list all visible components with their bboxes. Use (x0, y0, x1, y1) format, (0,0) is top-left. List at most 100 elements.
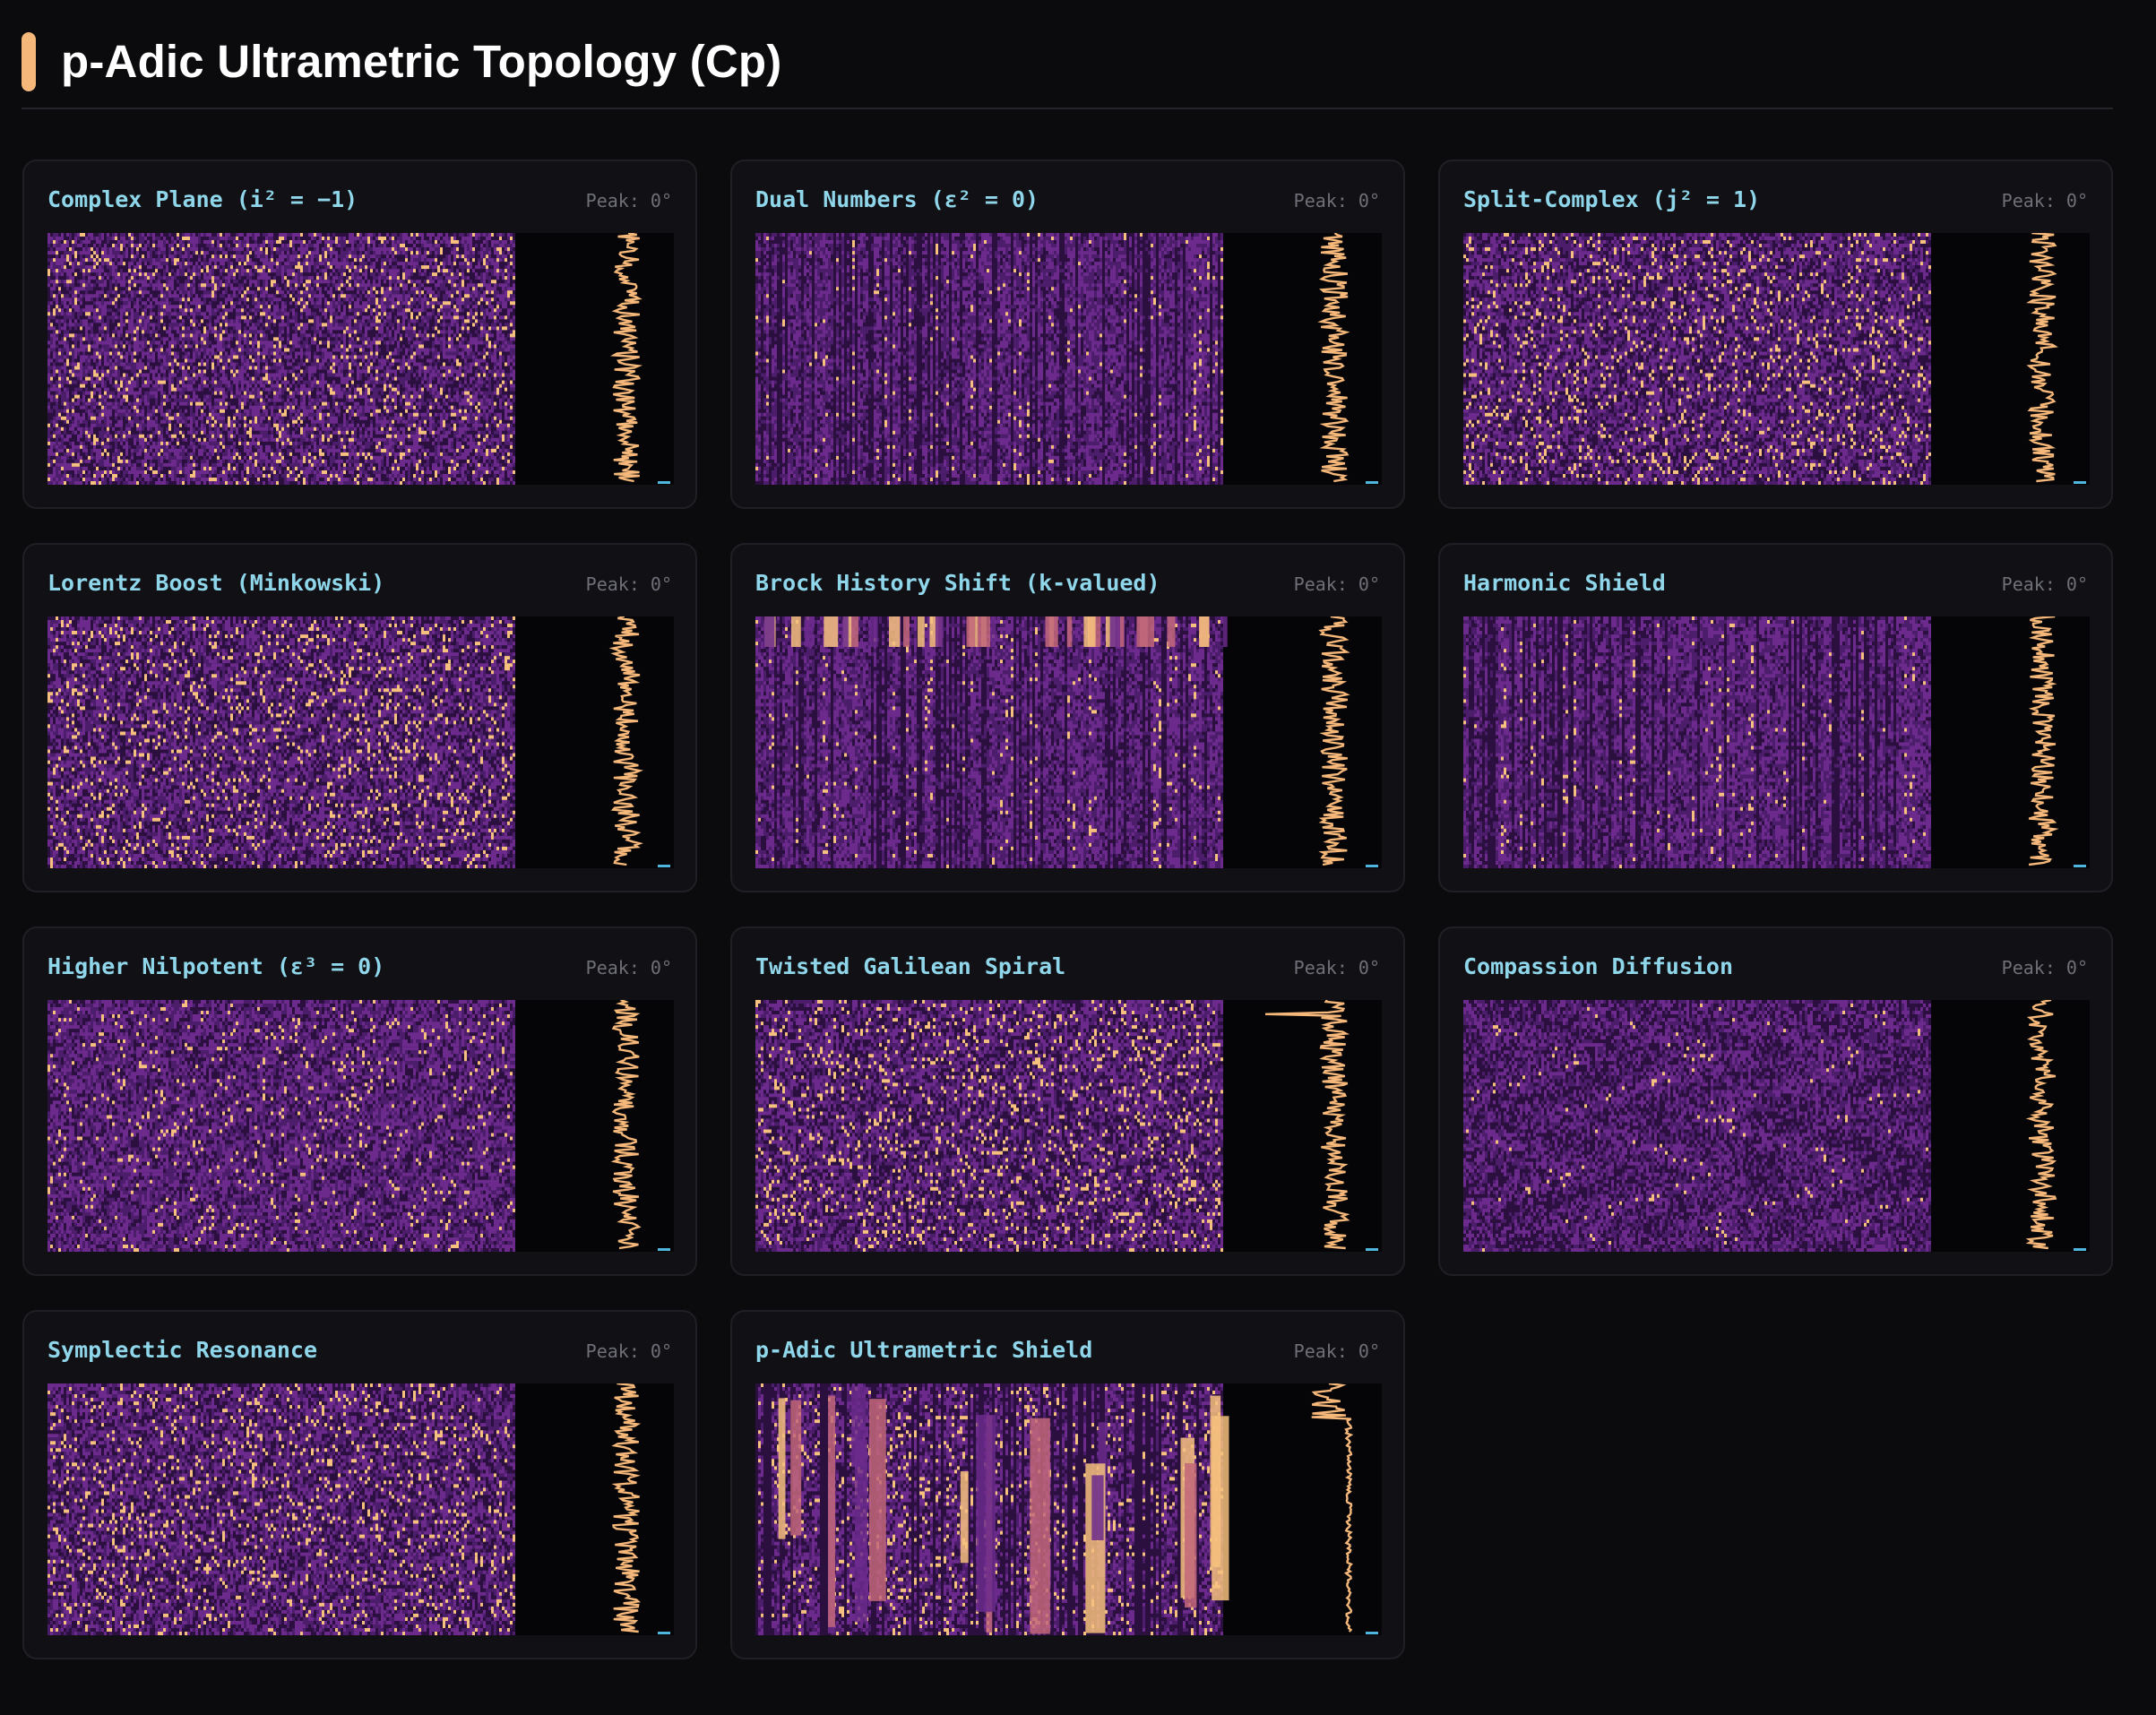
profile-marker (1366, 481, 1378, 484)
panel-visualization[interactable] (47, 1000, 674, 1252)
panel-visualization[interactable] (755, 233, 1382, 485)
heatmap-svg (755, 1000, 1382, 1252)
heatmap-band (869, 616, 878, 647)
heatmap-svg (47, 1000, 674, 1252)
panel-visualization[interactable] (47, 233, 674, 485)
heatmap-svg (1463, 1000, 2090, 1252)
panel-title: Symplectic Resonance (47, 1337, 318, 1363)
heatmap-band (791, 616, 801, 647)
panel-peak-readout: Peak: 0° (585, 190, 672, 211)
heatmap-band (851, 1385, 866, 1468)
heatmap-band (1091, 1475, 1104, 1540)
panel-visualization[interactable] (755, 1383, 1382, 1635)
heatmap-band (1030, 1418, 1050, 1634)
heatmap-svg (47, 616, 674, 868)
profile-marker (1366, 1632, 1378, 1634)
panel-title: Higher Nilpotent (ε³ = 0) (47, 953, 385, 979)
heatmap-band (778, 1398, 786, 1539)
profile-marker (658, 1248, 670, 1251)
heatmap-band (960, 1471, 969, 1564)
heatmap-band (790, 1400, 802, 1536)
panel-card[interactable]: Higher Nilpotent (ε³ = 0) Peak: 0° (22, 926, 697, 1276)
heatmap-band (1210, 1395, 1221, 1567)
panel-grid: Complex Plane (i² = −1) Peak: 0° Dual Nu… (22, 159, 2114, 1659)
panel-card[interactable]: Harmonic Shield Peak: 0° (1438, 543, 2113, 892)
heatmap-band (1140, 616, 1154, 647)
heatmap-band (977, 616, 991, 647)
page-title: p-Adic Ultrametric Topology (Cp) (61, 36, 782, 87)
profile-marker (1366, 865, 1378, 867)
heatmap-band (869, 1399, 886, 1601)
panel-card[interactable]: Symplectic Resonance Peak: 0° (22, 1310, 697, 1659)
panel-card[interactable]: Brock History Shift (k-valued) Peak: 0° (730, 543, 1405, 892)
heatmap-svg (1463, 233, 2090, 485)
panel-title: p-Adic Ultrametric Shield (755, 1337, 1093, 1363)
panel-visualization[interactable] (755, 1000, 1382, 1252)
panel-card[interactable]: Lorentz Boost (Minkowski) Peak: 0° (22, 543, 697, 892)
panel-card[interactable]: Compassion Diffusion Peak: 0° (1438, 926, 2113, 1276)
heatmap-band (966, 616, 976, 647)
panel-title: Lorentz Boost (Minkowski) (47, 570, 385, 596)
heatmap-band (850, 616, 858, 647)
heatmap-band (1083, 616, 1096, 647)
panel-card[interactable]: Twisted Galilean Spiral Peak: 0° (730, 926, 1405, 1276)
panel-title: Split-Complex (j² = 1) (1463, 186, 1761, 212)
heatmap-band (935, 616, 944, 647)
heatmap-svg (1463, 616, 2090, 868)
panel-peak-readout: Peak: 0° (1293, 957, 1380, 978)
heatmap-svg (755, 1383, 1382, 1635)
profile-marker (2074, 865, 2086, 867)
heatmap-svg (47, 233, 674, 485)
panel-peak-readout: Peak: 0° (2001, 573, 2088, 595)
profile-marker (2074, 481, 2086, 484)
panel-title: Harmonic Shield (1463, 570, 1666, 596)
panel-card[interactable]: Split-Complex (j² = 1) Peak: 0° (1438, 159, 2113, 509)
heatmap-band (828, 1395, 836, 1627)
panel-visualization[interactable] (47, 616, 674, 868)
panel-peak-readout: Peak: 0° (585, 957, 672, 978)
heatmap-svg (755, 616, 1382, 868)
panel-visualization[interactable] (1463, 233, 2090, 485)
profile-marker (658, 1632, 670, 1634)
heatmap-band (1167, 616, 1176, 647)
profile-marker (2074, 1248, 2086, 1251)
panel-visualization[interactable] (755, 616, 1382, 868)
page-header: p-Adic Ultrametric Topology (Cp) (22, 27, 2113, 109)
heatmap-svg (47, 1383, 674, 1635)
panel-peak-readout: Peak: 0° (1293, 1340, 1380, 1362)
heatmap-band (990, 616, 996, 647)
profile-marker (658, 481, 670, 484)
panel-card[interactable]: Complex Plane (i² = −1) Peak: 0° (22, 159, 697, 509)
panel-peak-readout: Peak: 0° (2001, 957, 2088, 978)
heatmap-band (1066, 616, 1073, 647)
panel-visualization[interactable] (1463, 1000, 2090, 1252)
heatmap-band (976, 1415, 996, 1612)
panel-title: Compassion Diffusion (1463, 953, 1734, 979)
heatmap-svg (755, 233, 1382, 485)
panel-title: Complex Plane (i² = −1) (47, 186, 358, 212)
heatmap-band (1185, 1463, 1197, 1608)
heatmap-band (1116, 616, 1120, 647)
heatmap-band (1199, 616, 1210, 647)
panel-card[interactable]: Dual Numbers (ε² = 0) Peak: 0° (730, 159, 1405, 509)
panel-title: Twisted Galilean Spiral (755, 953, 1066, 979)
heatmap-band (824, 616, 839, 647)
panel-peak-readout: Peak: 0° (2001, 190, 2088, 211)
heatmap-band (903, 616, 910, 647)
panel-peak-readout: Peak: 0° (585, 573, 672, 595)
heatmap-band (804, 616, 814, 647)
profile-marker (658, 865, 670, 867)
profile-marker (1366, 1248, 1378, 1251)
panel-card[interactable]: p-Adic Ultrametric Shield Peak: 0° (730, 1310, 1405, 1659)
panel-peak-readout: Peak: 0° (1293, 573, 1380, 595)
heatmap-band (842, 616, 849, 647)
panel-visualization[interactable] (1463, 616, 2090, 868)
panel-title: Dual Numbers (ε² = 0) (755, 186, 1039, 212)
panel-visualization[interactable] (47, 1383, 674, 1635)
heatmap-band (917, 616, 925, 647)
panel-peak-readout: Peak: 0° (1293, 190, 1380, 211)
panel-title: Brock History Shift (k-valued) (755, 570, 1160, 596)
heatmap-band (763, 616, 775, 647)
heatmap-band (889, 616, 901, 647)
panel-peak-readout: Peak: 0° (585, 1340, 672, 1362)
